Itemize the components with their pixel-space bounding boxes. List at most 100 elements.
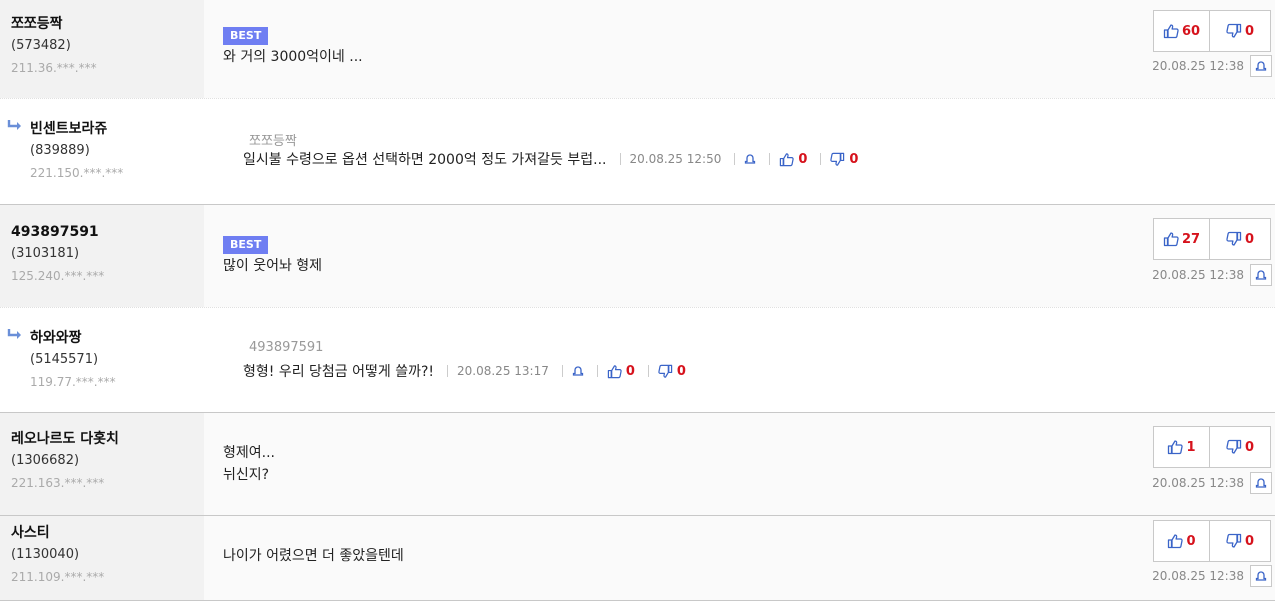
reply-item: 빈센트보라쥬 (839889) 221.150.***.*** 쪼쪼등짝 일시불…	[0, 99, 1275, 205]
best-badge: BEST	[223, 27, 269, 45]
downvote-button[interactable]: 0	[830, 152, 858, 167]
upvote-count: 0	[1186, 533, 1196, 549]
comment-item: 쪼쪼등짝 (573482) 211.36.***.*** BEST 와 거의 3…	[0, 0, 1275, 99]
comment-item: 레오나르도 다홋치 (1306682) 221.163.***.*** 형제여.…	[0, 413, 1275, 516]
user-ip: 221.150.***.***	[30, 166, 124, 180]
comment-body: BEST 와 거의 3000억이네 ... 60 0 20.08.25 12:3…	[204, 0, 1275, 98]
reply-arrow-icon	[7, 120, 21, 130]
user-nickname[interactable]: 빈센트보라쥬	[30, 118, 123, 140]
user-ip: 119.77.***.***	[30, 375, 116, 389]
reply-line: 일시불 수령으로 옵션 선택하면 2000억 정도 가져갈듯 부럽... 20.…	[243, 149, 858, 169]
user-id: (5145571)	[30, 352, 99, 367]
comment-user-panel: 하와와짱 (5145571) 119.77.***.***	[0, 308, 204, 412]
user-nickname[interactable]: 493897591	[11, 221, 104, 243]
comment-date: 20.08.25 12:38	[1152, 569, 1244, 583]
comment-text: 형형! 우리 당첨금 어떻게 쓸까?!	[243, 364, 435, 380]
upvote-count: 1	[1186, 439, 1196, 455]
downvote-count: 0	[1244, 231, 1255, 247]
thumbs-up-icon	[1163, 24, 1179, 39]
comment-list: 쪼쪼등짝 (573482) 211.36.***.*** BEST 와 거의 3…	[0, 0, 1275, 601]
comment-item: 사스티 (1130040) 211.109.***.*** 나이가 어렸으면 더…	[0, 516, 1275, 601]
comment-item: 493897591 (3103181) 125.240.***.*** BEST…	[0, 205, 1275, 308]
bell-icon	[1255, 61, 1267, 71]
upvote-button[interactable]: 0	[779, 152, 807, 167]
user-nickname[interactable]: 하와와짱	[30, 327, 116, 349]
comment-user-panel: 493897591 (3103181) 125.240.***.***	[0, 205, 204, 307]
comment-date: 20.08.25 12:50	[629, 152, 722, 166]
upvote-button[interactable]: 27	[1153, 218, 1210, 260]
comment-date: 20.08.25 12:38	[1152, 59, 1244, 73]
comment-text: 형제여... 뉘신지?	[223, 445, 275, 483]
comment-text: 많이 웃어놔 형제	[223, 258, 323, 274]
upvote-button[interactable]: 0	[607, 364, 635, 379]
comment-user-panel: 빈센트보라쥬 (839889) 221.150.***.***	[0, 99, 204, 204]
comment-text: 일시불 수령으로 옵션 선택하면 2000억 정도 가져갈듯 부럽...	[243, 152, 607, 168]
vote-box: 60 0	[1153, 10, 1273, 52]
downvote-button[interactable]: 0	[1210, 520, 1271, 562]
user-id: (839889)	[30, 143, 90, 158]
bell-icon	[1255, 270, 1267, 280]
bell-icon	[572, 366, 584, 376]
user-id: (3103181)	[11, 246, 80, 261]
downvote-button[interactable]: 0	[1210, 426, 1271, 468]
user-ip: 125.240.***.***	[11, 269, 105, 283]
thumbs-up-icon	[1168, 534, 1184, 549]
vote-box: 0 0	[1153, 520, 1273, 562]
report-button[interactable]	[1250, 264, 1272, 286]
comment-body: 493897591 형형! 우리 당첨금 어떻게 쓸까?! 20.08.25 1…	[204, 308, 1275, 412]
report-button[interactable]	[572, 365, 584, 377]
comment-text: 나이가 어렸으면 더 좋았을텐데	[223, 548, 404, 564]
divider	[561, 365, 563, 377]
user-ip: 221.163.***.***	[11, 476, 105, 490]
bell-icon	[1255, 478, 1267, 488]
comment-body: 나이가 어렸으면 더 좋았을텐데 0 0 20.08.25 12:38	[204, 516, 1275, 600]
thumbs-up-icon	[780, 152, 795, 166]
thumbs-down-icon	[830, 152, 845, 166]
thumbs-down-icon	[658, 364, 673, 378]
user-id: (573482)	[11, 38, 71, 53]
downvote-button[interactable]: 0	[658, 364, 686, 379]
downvote-count: 0	[1244, 439, 1255, 455]
downvote-button[interactable]: 0	[1210, 10, 1271, 52]
downvote-count: 0	[1244, 23, 1255, 39]
divider	[596, 365, 598, 377]
user-nickname[interactable]: 레오나르도 다홋치	[11, 428, 119, 450]
comment-text: 와 거의 3000억이네 ...	[223, 49, 363, 65]
upvote-button[interactable]: 1	[1153, 426, 1210, 468]
comment-date: 20.08.25 13:17	[457, 364, 549, 378]
comment-body: BEST 많이 웃어놔 형제 27 0 20.08.25 12:38	[204, 205, 1275, 307]
reply-arrow-icon	[7, 329, 21, 339]
report-button[interactable]	[1250, 55, 1272, 77]
vote-box: 1 0	[1153, 426, 1273, 468]
downvote-button[interactable]: 0	[1210, 218, 1271, 260]
comment-body: 형제여... 뉘신지? 1 0 20.08.25 12:38	[204, 413, 1275, 515]
thumbs-up-icon	[1163, 232, 1179, 247]
reply-item: 하와와짱 (5145571) 119.77.***.*** 493897591 …	[0, 308, 1275, 413]
thumbs-down-icon	[1226, 23, 1242, 38]
user-ip: 211.109.***.***	[11, 570, 105, 584]
comment-user-panel: 레오나르도 다홋치 (1306682) 221.163.***.***	[0, 413, 204, 515]
downvote-count: 0	[849, 151, 859, 167]
upvote-count: 0	[625, 363, 635, 379]
report-button[interactable]	[744, 153, 756, 165]
upvote-button[interactable]: 0	[1153, 520, 1210, 562]
user-id: (1130040)	[11, 547, 80, 562]
upvote-button[interactable]: 60	[1153, 10, 1210, 52]
thumbs-down-icon	[1226, 439, 1242, 454]
divider	[619, 153, 621, 165]
comment-date: 20.08.25 12:38	[1152, 476, 1244, 490]
divider	[647, 365, 649, 377]
report-button[interactable]	[1250, 565, 1272, 587]
reply-line: 형형! 우리 당첨금 어떻게 쓸까?! 20.08.25 13:17 0 0	[243, 361, 686, 381]
user-ip: 211.36.***.***	[11, 61, 97, 75]
report-button[interactable]	[1250, 472, 1272, 494]
downvote-count: 0	[676, 363, 686, 379]
user-nickname[interactable]: 사스티	[11, 522, 104, 544]
upvote-count: 60	[1181, 23, 1201, 39]
quoted-nickname: 493897591	[249, 340, 324, 355]
upvote-count: 0	[798, 151, 808, 167]
comment-user-panel: 쪼쪼등짝 (573482) 211.36.***.***	[0, 0, 204, 98]
divider	[769, 153, 771, 165]
comment-date: 20.08.25 12:38	[1152, 268, 1244, 282]
user-nickname[interactable]: 쪼쪼등짝	[11, 13, 97, 35]
